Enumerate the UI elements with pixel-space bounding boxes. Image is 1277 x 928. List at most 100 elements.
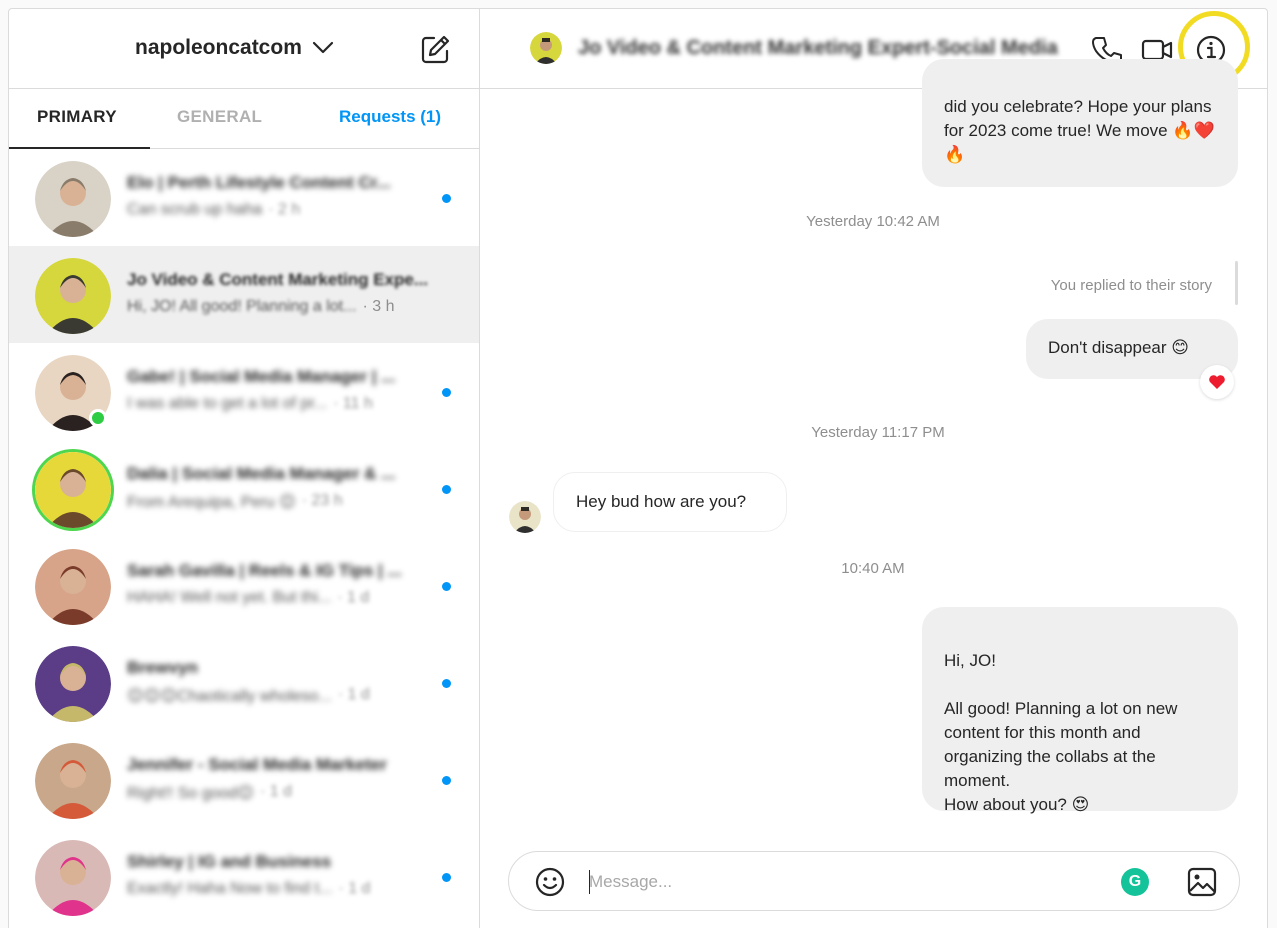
unread-dot — [442, 679, 451, 688]
sender-avatar[interactable] — [509, 501, 541, 533]
conversation-time: · 1 d — [337, 686, 370, 703]
conversation-text: Elo | Perth Lifestyle Content Cr... Can s… — [127, 173, 457, 219]
conversation-name: Brewvyn — [127, 658, 198, 677]
conversation-item[interactable]: Dalia | Social Media Manager & ... From A… — [9, 440, 479, 537]
tab-general[interactable]: GENERAL — [177, 107, 262, 127]
inbox-tabs: PRIMARY GENERAL Requests (1) — [9, 89, 479, 149]
message-bubble-sent[interactable]: Hi, JO! All good! Planning a lot on new … — [922, 607, 1238, 814]
conversation-time: · 3 h — [362, 298, 395, 315]
conversation-text: Dalia | Social Media Manager & ... From A… — [127, 464, 457, 512]
message-text: Don't disappear 😊 — [1048, 338, 1189, 357]
conversation-name: Shirley | IG and Business — [127, 852, 332, 871]
message-text: did you celebrate? Hope your plans for 2… — [944, 97, 1215, 164]
timestamp: Yesterday 10:42 AM — [806, 213, 940, 230]
conversation-text: Jo Video & Content Marketing Expe... Hi, … — [127, 270, 457, 316]
conversation-item[interactable]: Brewvyn 😊😊😊Chaotically wholeso... · 1 d — [9, 634, 479, 731]
conversation-preview: Exactly! Haha Now to find t... · 1 d — [127, 880, 457, 898]
online-status-indicator — [89, 409, 107, 427]
conversation-avatar — [35, 258, 111, 334]
conversation-snippet: 😊😊😊Chaotically wholeso... — [127, 688, 332, 705]
instagram-dm-window: napoleoncatcom PRIMARY GENERAL Requests … — [8, 8, 1268, 928]
conversation-preview: From Arequipa, Peru 😊 · 23 h — [127, 492, 457, 512]
unread-dot — [442, 776, 451, 785]
conversation-name: Sarah Gavilla | Reels & IG Tips | ... — [127, 561, 402, 580]
timestamp: 10:40 AM — [841, 560, 905, 577]
conversation-text: Sarah Gavilla | Reels & IG Tips | ... HAH… — [127, 561, 457, 607]
message-bubble-received[interactable]: Hey bud how are you? — [553, 472, 787, 532]
message-text: Hey bud how are you? — [576, 492, 747, 511]
chat-header-avatar[interactable] — [530, 32, 562, 64]
inbox-header: napoleoncatcom — [9, 9, 479, 89]
conversation-preview: I was able to get a lot of pr... · 11 h — [127, 395, 457, 413]
conversation-snippet: Can scrub up haha — [127, 201, 263, 218]
chat-header-name[interactable]: Jo Video & Content Marketing Expert-Soci… — [578, 37, 1068, 60]
tab-requests[interactable]: Requests (1) — [339, 107, 441, 127]
conversation-item[interactable]: Sarah Gavilla | Reels & IG Tips | ... HAH… — [9, 537, 479, 634]
chevron-down-icon — [312, 41, 333, 54]
heart-reaction-icon[interactable] — [1200, 365, 1234, 399]
conversation-preview: 😊😊😊Chaotically wholeso... · 1 d — [127, 686, 457, 706]
message-bubble-sent[interactable]: did you celebrate? Hope your plans for 2… — [922, 59, 1238, 187]
conversation-text: Shirley | IG and Business Exactly! Haha N… — [127, 852, 457, 898]
conversation-avatar — [35, 646, 111, 722]
conversation-preview: Can scrub up haha · 2 h — [127, 201, 457, 219]
conversation-snippet: From Arequipa, Peru 😊 — [127, 494, 296, 511]
conversation-item[interactable]: Shirley | IG and Business Exactly! Haha N… — [9, 828, 479, 925]
conversation-name: Gabe! | Social Media Manager | ... — [127, 367, 396, 386]
conversation-item[interactable]: Jennifer - Social Media Marketer Right!! … — [9, 731, 479, 828]
conversation-text: Gabe! | Social Media Manager | ... I was … — [127, 367, 457, 413]
story-reply-note: You replied to their story — [1050, 277, 1212, 294]
message-input[interactable] — [589, 868, 1089, 896]
conversation-snippet: HAHA! Well not yet. But thi... — [127, 589, 332, 606]
inbox-panel: napoleoncatcom PRIMARY GENERAL Requests … — [9, 9, 480, 928]
unread-dot — [442, 194, 451, 203]
conversation-time: · 1 d — [259, 783, 292, 800]
conversation-preview: HAHA! Well not yet. But thi... · 1 d — [127, 589, 457, 607]
conversation-preview: Hi, JO! All good! Planning a lot... · 3 h — [127, 298, 457, 316]
conversation-time: · 1 d — [338, 880, 371, 897]
unread-dot — [442, 485, 451, 494]
conversation-avatar — [35, 161, 111, 237]
tab-primary[interactable]: PRIMARY — [37, 107, 117, 127]
unread-dot — [442, 388, 451, 397]
conversation-item[interactable]: Elo | Perth Lifestyle Content Cr... Can s… — [9, 149, 479, 246]
conversation-text: Brewvyn 😊😊😊Chaotically wholeso... · 1 d — [127, 658, 457, 706]
message-thread: did you celebrate? Hope your plans for 2… — [480, 59, 1267, 849]
conversation-name: Jennifer - Social Media Marketer — [127, 755, 387, 774]
image-upload-icon[interactable] — [1185, 865, 1219, 899]
chat-panel: Jo Video & Content Marketing Expert-Soci… — [480, 9, 1267, 928]
emoji-icon[interactable] — [533, 865, 567, 899]
message-composer: G — [508, 851, 1240, 911]
conversation-preview: Right!! So good😊 · 1 d — [127, 783, 457, 803]
conversation-name: Dalia | Social Media Manager & ... — [127, 464, 396, 483]
conversation-list: Elo | Perth Lifestyle Content Cr... Can s… — [9, 149, 479, 925]
grammarly-letter: G — [1128, 873, 1142, 890]
conversation-time: · 1 d — [337, 589, 370, 606]
conversation-text: Jennifer - Social Media Marketer Right!! … — [127, 755, 457, 803]
conversation-avatar — [35, 549, 111, 625]
conversation-time: · 2 h — [268, 201, 301, 218]
unread-dot — [442, 582, 451, 591]
conversation-time: · 23 h — [301, 492, 343, 509]
conversation-snippet: Hi, JO! All good! Planning a lot... — [127, 298, 357, 315]
message-text: Hi, JO! All good! Planning a lot on new … — [944, 651, 1178, 814]
account-switcher[interactable]: napoleoncatcom — [135, 36, 334, 60]
conversation-name: Jo Video & Content Marketing Expe... — [127, 270, 429, 289]
grammarly-icon[interactable]: G — [1121, 868, 1149, 896]
conversation-avatar — [35, 452, 111, 528]
conversation-avatar — [35, 743, 111, 819]
story-reply-bar — [1235, 261, 1238, 305]
conversation-item[interactable]: Jo Video & Content Marketing Expe... Hi, … — [9, 246, 479, 343]
timestamp: Yesterday 11:17 PM — [811, 424, 945, 441]
conversation-avatar — [35, 840, 111, 916]
account-name: napoleoncatcom — [135, 36, 302, 59]
conversation-snippet: Right!! So good😊 — [127, 785, 254, 802]
conversation-item[interactable]: Gabe! | Social Media Manager | ... I was … — [9, 343, 479, 440]
new-message-icon[interactable] — [419, 34, 451, 66]
text-caret — [589, 870, 590, 894]
conversation-snippet: I was able to get a lot of pr... — [127, 395, 328, 412]
unread-dot — [442, 873, 451, 882]
conversation-snippet: Exactly! Haha Now to find t... — [127, 880, 333, 897]
conversation-time: · 11 h — [333, 395, 373, 412]
conversation-name: Elo | Perth Lifestyle Content Cr... — [127, 173, 391, 192]
